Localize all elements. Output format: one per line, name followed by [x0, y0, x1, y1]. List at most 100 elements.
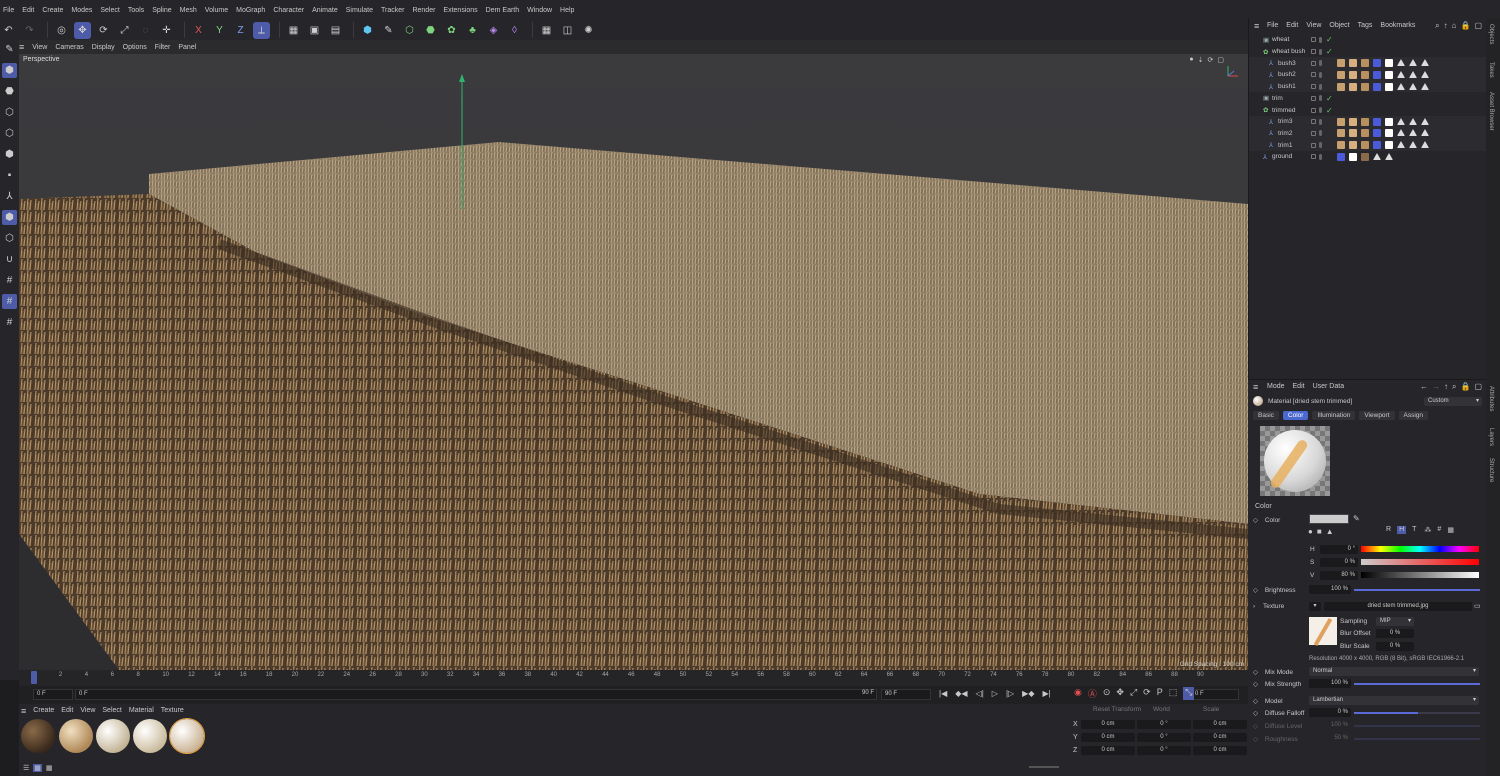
material-tag-icon[interactable] [1361, 152, 1369, 161]
menu-item[interactable]: MoGraph [236, 7, 265, 14]
color-swatch[interactable] [1309, 514, 1349, 524]
coord-position-z[interactable]: 0 cm [1081, 746, 1135, 755]
interpolation-icon[interactable]: ⤡ [1183, 687, 1195, 700]
lock-icon[interactable]: 🔒 [1460, 382, 1470, 392]
selection-tag-icon[interactable] [1373, 141, 1381, 150]
material-tag-icon[interactable] [1361, 141, 1369, 150]
record-icon[interactable]: ◉ [1074, 687, 1082, 700]
material-tag-icon[interactable] [1361, 70, 1369, 79]
menu-item[interactable]: Character [273, 7, 304, 14]
transform-icon[interactable]: ◌ [137, 22, 154, 39]
material-dried-stem-trimmed-swatch[interactable] [169, 718, 205, 754]
render-view-icon[interactable]: ▣ [306, 22, 323, 39]
selection-tag-icon[interactable] [1373, 82, 1381, 91]
dock-tab-layers[interactable]: Layers [1488, 428, 1494, 446]
render-settings-icon[interactable]: ▤ [327, 22, 344, 39]
tab-assign[interactable]: Assign [1398, 411, 1429, 420]
triangle-tag-icon[interactable] [1409, 82, 1417, 90]
material-tag-icon[interactable] [1361, 117, 1369, 126]
object-row[interactable]: ⅄ ground [1249, 151, 1487, 163]
brightness-field[interactable]: 100 % [1309, 585, 1351, 594]
menu-item[interactable]: Tracker [381, 7, 404, 14]
enabled-check-icon[interactable]: ✓ [1326, 47, 1333, 56]
triangle-tag-icon[interactable] [1397, 141, 1405, 149]
phong-tag-icon[interactable] [1385, 129, 1393, 138]
dock-tab-objects[interactable]: Objects [1488, 24, 1494, 44]
maximize-icon[interactable]: ▢ [1217, 56, 1224, 64]
render-dot-icon[interactable] [1319, 48, 1322, 55]
triangle-tag-icon[interactable] [1421, 59, 1429, 67]
quantize-icon[interactable]: # [2, 315, 17, 330]
material-tag-icon[interactable] [1337, 59, 1345, 68]
texture-mode-icon[interactable]: ⬣ [2, 84, 17, 99]
visibility-toggle[interactable] [1311, 49, 1316, 55]
object-row[interactable]: ⅄ trim3 [1249, 115, 1487, 128]
coord-position-y[interactable]: 0 cm [1081, 733, 1135, 742]
snap-icon[interactable]: # [2, 273, 17, 288]
visibility-toggle[interactable] [1311, 37, 1316, 43]
up-arrow-icon[interactable]: ↑ [1444, 21, 1448, 31]
render-dot-icon[interactable] [1319, 107, 1322, 114]
reset-transform-button[interactable]: Reset Transform [1093, 706, 1153, 716]
viewport-menu-item[interactable]: Panel [178, 44, 196, 51]
menu-item[interactable]: Extensions [443, 7, 477, 14]
menu-item[interactable]: Volume [205, 7, 228, 14]
visibility-toggle[interactable] [1311, 107, 1316, 113]
prev-key-icon[interactable]: ◆◀ [955, 689, 967, 698]
attr-menu-user-data[interactable]: User Data [1313, 383, 1345, 390]
material-menu-item[interactable]: Material [129, 707, 154, 714]
hue-field[interactable]: 0 ° [1320, 545, 1358, 554]
polygons-mode-icon[interactable]: ⬢ [2, 147, 17, 162]
extrude-icon[interactable]: ⬣ [422, 22, 439, 39]
dock-tab-structure[interactable]: Structure [1488, 458, 1494, 482]
object-menu-item[interactable]: Object [1329, 22, 1349, 29]
triangle-tag-icon[interactable] [1421, 141, 1429, 149]
sampling-dropdown[interactable]: MIP ▾ [1376, 617, 1414, 626]
coord-rotation-y[interactable]: 0 ° [1137, 733, 1191, 742]
object-row[interactable]: ⅄ bush1 [1249, 80, 1487, 93]
scale-tool-icon[interactable]: ⤢ [116, 22, 133, 39]
menu-item[interactable]: Mesh [180, 7, 197, 14]
selection-tag-icon[interactable] [1373, 117, 1381, 126]
coord-rotation-z[interactable]: 0 ° [1137, 746, 1191, 755]
tweak-icon[interactable]: ⬡ [2, 231, 17, 246]
redo-icon[interactable]: ↷ [21, 22, 38, 39]
texture-menu-button[interactable]: ▾ [1309, 602, 1321, 611]
max-frame-field[interactable]: 90 F [881, 689, 931, 700]
scale-dropdown[interactable]: Scale [1203, 706, 1219, 716]
texture-file-field[interactable]: dried stem trimmed.jpg [1324, 602, 1472, 611]
move-tool-icon[interactable]: ✥ [74, 21, 91, 39]
up-arrow-icon[interactable]: ↑ [1444, 382, 1448, 392]
render-dot-icon[interactable] [1319, 130, 1322, 137]
material-tag-icon[interactable] [1337, 117, 1345, 126]
render-dot-icon[interactable] [1319, 60, 1322, 67]
autokey-icon[interactable]: Ⓐ [1088, 687, 1097, 700]
object-menu-item[interactable]: Edit [1286, 22, 1298, 29]
diffuse-falloff-field[interactable]: 0 % [1309, 708, 1351, 717]
material-tag-icon[interactable] [1349, 129, 1357, 138]
triangle-tag-icon[interactable] [1409, 70, 1417, 78]
keyframe-diamond-icon[interactable]: ◇ [1253, 736, 1258, 743]
cube-icon[interactable]: ⬢ [359, 22, 376, 39]
x-axis-lock-button[interactable]: X [190, 22, 207, 39]
render-dot-icon[interactable] [1319, 118, 1322, 125]
object-row[interactable]: ⅄ trim1 [1249, 139, 1487, 151]
menu-item[interactable]: Create [42, 7, 63, 14]
object-menu-item[interactable]: View [1306, 22, 1321, 29]
dock-tab-attributes[interactable]: Attributes [1488, 386, 1494, 411]
workplane-icon[interactable]: # [2, 294, 17, 309]
rotate-view-icon[interactable]: ⟳ [1208, 56, 1214, 64]
mix-mode-dropdown[interactable]: Normal ▾ [1309, 667, 1479, 676]
render-region-icon[interactable]: ▦ [285, 22, 302, 39]
selection-tag-icon[interactable] [1337, 152, 1345, 161]
key-selection-icon[interactable]: ⊙ [1103, 687, 1111, 700]
material-menu-item[interactable]: Select [102, 707, 121, 714]
mixer-icon[interactable]: ⁂ [1424, 526, 1431, 534]
menu-item[interactable]: Select [100, 7, 119, 14]
material-tag-icon[interactable] [1349, 82, 1357, 91]
visibility-toggle[interactable] [1311, 95, 1316, 101]
material-stem-swatch[interactable] [133, 719, 167, 753]
enabled-check-icon[interactable]: ✓ [1326, 35, 1333, 44]
back-arrow-icon[interactable]: ← [1420, 382, 1428, 392]
home-icon[interactable]: ⌂ [1452, 21, 1457, 31]
